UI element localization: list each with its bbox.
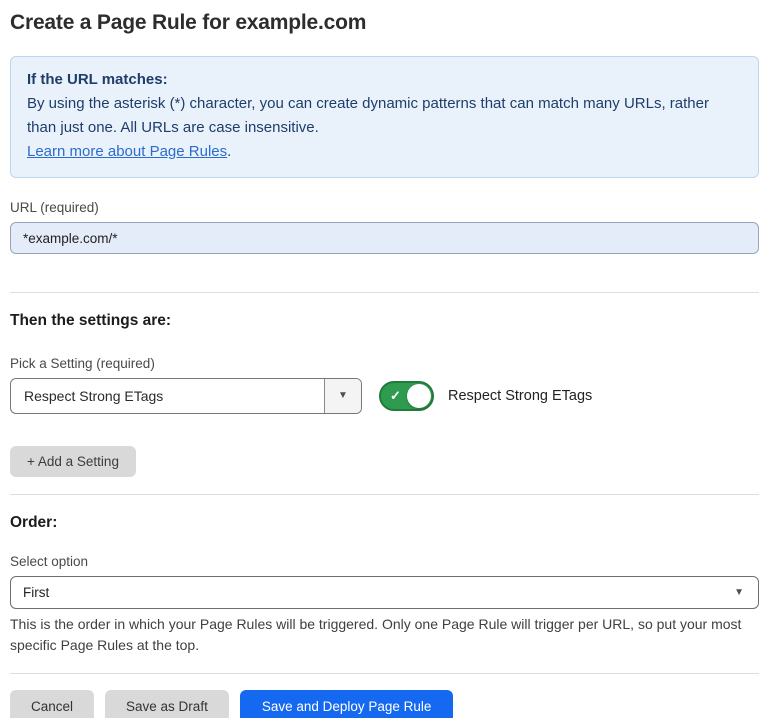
- section-divider: [10, 292, 759, 293]
- learn-more-link[interactable]: Learn more about Page Rules: [27, 143, 227, 160]
- cancel-button[interactable]: Cancel: [10, 690, 94, 718]
- chevron-down-icon: ▼: [338, 391, 348, 401]
- save-and-deploy-button[interactable]: Save and Deploy Page Rule: [240, 690, 454, 718]
- setting-select-arrow-button[interactable]: ▼: [324, 379, 361, 413]
- create-page-rule-form: Create a Page Rule for example.com If th…: [0, 11, 769, 718]
- setting-toggle[interactable]: ✓: [379, 381, 434, 411]
- link-period: .: [227, 143, 231, 160]
- order-section-heading: Order:: [10, 514, 759, 532]
- settings-section-heading: Then the settings are:: [10, 312, 759, 330]
- page-title: Create a Page Rule for example.com: [10, 11, 759, 35]
- order-select-label: Select option: [10, 554, 759, 569]
- add-setting-button[interactable]: + Add a Setting: [10, 446, 136, 477]
- info-box-heading: If the URL matches:: [27, 68, 742, 92]
- check-icon: ✓: [390, 388, 401, 404]
- footer-actions: Cancel Save as Draft Save and Deploy Pag…: [10, 690, 759, 718]
- chevron-down-icon: ▼: [734, 588, 744, 598]
- footer-divider: [10, 673, 759, 674]
- save-as-draft-button[interactable]: Save as Draft: [105, 690, 229, 718]
- section-divider: [10, 494, 759, 495]
- order-select-value: First: [23, 585, 734, 600]
- order-select[interactable]: First ▼: [10, 576, 759, 609]
- setting-row: Respect Strong ETags ▼ ✓ Respect Strong …: [10, 378, 759, 414]
- url-match-info-box: If the URL matches: By using the asteris…: [10, 56, 759, 178]
- toggle-knob: [407, 384, 431, 408]
- setting-select-value: Respect Strong ETags: [11, 379, 324, 413]
- info-box-body: By using the asterisk (*) character, you…: [27, 92, 742, 140]
- setting-picker-label: Pick a Setting (required): [10, 356, 759, 371]
- url-input[interactable]: [10, 222, 759, 254]
- setting-select[interactable]: Respect Strong ETags ▼: [10, 378, 362, 414]
- url-field-label: URL (required): [10, 200, 759, 215]
- order-help-text: This is the order in which your Page Rul…: [10, 614, 759, 656]
- info-box-link-line: Learn more about Page Rules.: [27, 140, 742, 164]
- setting-toggle-label: Respect Strong ETags: [448, 388, 592, 404]
